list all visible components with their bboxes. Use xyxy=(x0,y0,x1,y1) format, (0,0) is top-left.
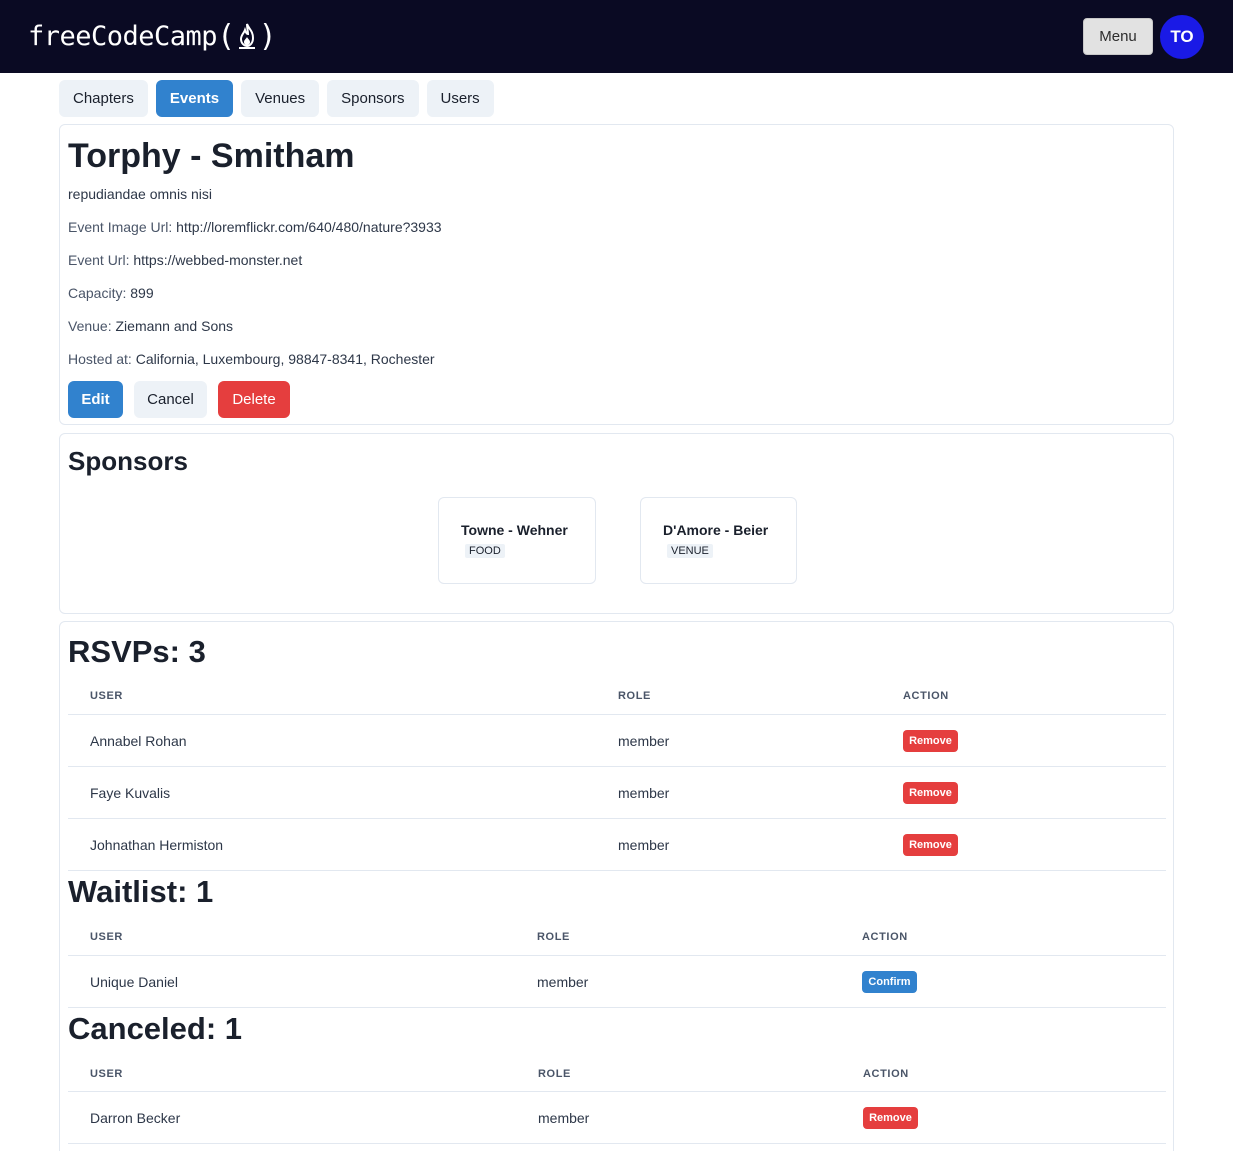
tab-users[interactable]: Users xyxy=(426,80,494,117)
rsvp-role: member xyxy=(618,733,670,749)
rsvp-role: member xyxy=(618,785,670,801)
hosted-at-field: Hosted at: California, Luxembourg, 98847… xyxy=(68,351,435,367)
capacity-field: Capacity: 899 xyxy=(68,285,154,301)
waitlist-header-role: ROLE xyxy=(537,931,570,943)
venue-field: Venue: Ziemann and Sons xyxy=(68,318,233,334)
canceled-title: Canceled: 1 xyxy=(68,1011,243,1046)
sponsor-name: Towne - Wehner xyxy=(461,522,568,538)
capacity-label: Capacity: xyxy=(68,285,127,301)
logo-text: freeCodeCamp xyxy=(28,20,218,52)
waitlist-user: Unique Daniel xyxy=(90,974,178,990)
logo-paren-close: ) xyxy=(258,18,277,54)
table-divider xyxy=(68,1091,1166,1092)
canceled-header-role: ROLE xyxy=(538,1068,571,1080)
rsvps-header-user: USER xyxy=(90,690,123,702)
waitlist-role: member xyxy=(537,974,589,990)
event-image-url-field: Event Image Url: http://loremflickr.com/… xyxy=(68,219,442,235)
remove-rsvp-button[interactable]: Remove xyxy=(903,730,958,752)
rsvps-header-action: ACTION xyxy=(903,690,949,702)
attendees-card: RSVPs: 3 USER ROLE ACTION Annabel Rohan … xyxy=(59,621,1174,1151)
event-description: repudiandae omnis nisi xyxy=(68,186,212,202)
canceled-header-action: ACTION xyxy=(863,1068,909,1080)
remove-rsvp-button[interactable]: Remove xyxy=(903,782,958,804)
event-title: Torphy - Smitham xyxy=(68,137,355,175)
flame-icon xyxy=(236,21,258,51)
event-image-url-label: Event Image Url: xyxy=(68,219,173,235)
sponsor-type-badge: FOOD xyxy=(465,544,505,558)
rsvp-role: member xyxy=(618,837,670,853)
cancel-button[interactable]: Cancel xyxy=(134,381,207,418)
table-divider xyxy=(68,714,1166,715)
canceled-header-user: USER xyxy=(90,1068,123,1080)
rsvp-user: Johnathan Hermiston xyxy=(90,837,224,853)
table-divider xyxy=(68,818,1166,819)
event-url-label: Event Url: xyxy=(68,252,130,268)
user-avatar[interactable]: TO xyxy=(1160,15,1204,59)
tab-chapters[interactable]: Chapters xyxy=(59,80,148,117)
hosted-at-value: California, Luxembourg, 98847-8341, Roch… xyxy=(135,351,435,367)
freecodecamp-logo[interactable]: freeCodeCamp ( ) xyxy=(28,17,277,55)
sponsor-name: D'Amore - Beier xyxy=(663,522,769,538)
tab-sponsors[interactable]: Sponsors xyxy=(327,80,419,117)
table-divider xyxy=(68,766,1166,767)
event-url-value: https://webbed-monster.net xyxy=(133,252,303,268)
sponsor-card: Towne - Wehner FOOD xyxy=(438,497,596,584)
rsvp-user: Faye Kuvalis xyxy=(90,785,171,801)
hosted-at-label: Hosted at: xyxy=(68,351,132,367)
remove-rsvp-button[interactable]: Remove xyxy=(903,834,958,856)
menu-button[interactable]: Menu xyxy=(1083,18,1153,55)
sponsor-card: D'Amore - Beier VENUE xyxy=(640,497,797,584)
capacity-value: 899 xyxy=(130,285,154,301)
waitlist-header-user: USER xyxy=(90,931,123,943)
sponsor-type-badge: VENUE xyxy=(667,544,713,558)
event-image-url-value: http://loremflickr.com/640/480/nature?39… xyxy=(176,219,442,235)
canceled-role: member xyxy=(538,1110,590,1126)
remove-canceled-button[interactable]: Remove xyxy=(863,1107,918,1129)
confirm-waitlist-button[interactable]: Confirm xyxy=(862,971,917,993)
sponsors-title: Sponsors xyxy=(68,446,188,476)
canceled-user: Darron Becker xyxy=(90,1110,181,1126)
waitlist-title: Waitlist: 1 xyxy=(68,874,214,909)
venue-label: Venue: xyxy=(68,318,112,334)
table-divider xyxy=(68,870,1166,871)
table-divider xyxy=(68,955,1166,956)
table-divider xyxy=(68,1007,1166,1008)
waitlist-header-action: ACTION xyxy=(862,931,908,943)
event-url-field: Event Url: https://webbed-monster.net xyxy=(68,252,302,268)
event-details-card: Torphy - Smitham repudiandae omnis nisi … xyxy=(59,124,1174,425)
rsvps-header-role: ROLE xyxy=(618,690,651,702)
top-navbar: freeCodeCamp ( ) Menu TO xyxy=(0,0,1233,73)
rsvps-title: RSVPs: 3 xyxy=(68,634,206,669)
table-divider xyxy=(68,1143,1166,1144)
tab-events[interactable]: Events xyxy=(155,80,234,117)
sponsors-card: Sponsors Towne - Wehner FOOD D'Amore - B… xyxy=(59,433,1174,614)
venue-value: Ziemann and Sons xyxy=(115,318,234,334)
logo-paren-open: ( xyxy=(217,18,235,54)
rsvp-user: Annabel Rohan xyxy=(90,733,187,749)
edit-button[interactable]: Edit xyxy=(68,381,123,418)
delete-button[interactable]: Delete xyxy=(218,381,290,418)
dashboard-tabs: Chapters Events Venues Sponsors Users xyxy=(59,80,494,117)
tab-venues[interactable]: Venues xyxy=(241,80,320,117)
